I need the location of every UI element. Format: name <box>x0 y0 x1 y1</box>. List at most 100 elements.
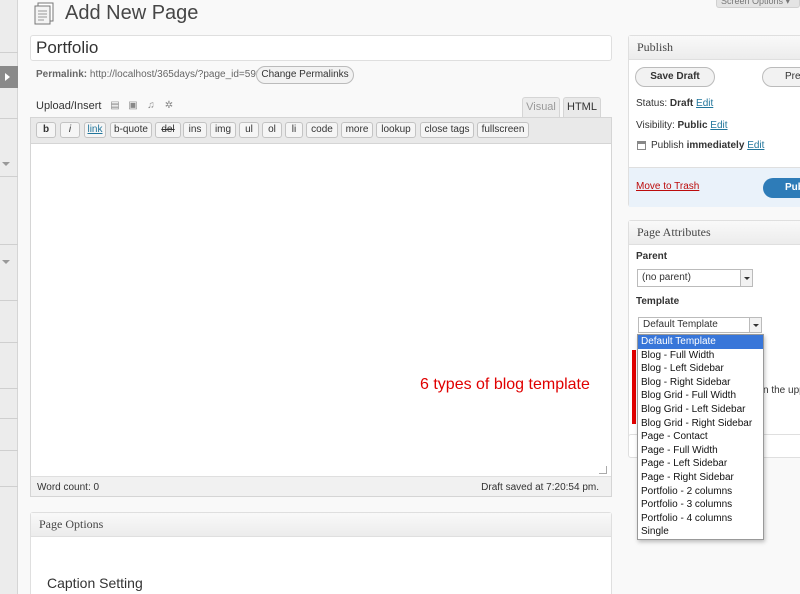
menu-separator <box>0 450 18 451</box>
template-option[interactable]: Blog Grid - Left Sidebar <box>638 403 763 417</box>
annotation-bracket <box>632 350 636 424</box>
publish-time-value: immediately <box>686 140 745 151</box>
visibility-edit-link[interactable]: Edit <box>710 120 727 131</box>
page-attributes-help-text: n the upp <box>763 385 800 396</box>
calendar-icon <box>637 141 646 150</box>
menu-current-arrow[interactable] <box>0 66 18 88</box>
qt-link-button[interactable]: link <box>84 122 106 138</box>
template-option[interactable]: Blog - Left Sidebar <box>638 362 763 376</box>
template-option[interactable]: Page - Left Sidebar <box>638 457 763 471</box>
qt-ul-button[interactable]: ul <box>239 122 259 138</box>
template-option[interactable]: Blog Grid - Right Sidebar <box>638 417 763 431</box>
publish-time-row: Publish immediately Edit <box>651 140 764 151</box>
status-label: Status: <box>636 98 668 109</box>
qt-fullscreen-button[interactable]: fullscreen <box>477 122 529 138</box>
menu-separator <box>0 176 18 177</box>
quicktags-toolbar: b i link b-quote del ins img ul ol li co… <box>31 118 611 144</box>
qt-code-button[interactable]: code <box>306 122 338 138</box>
template-option[interactable]: Page - Full Width <box>638 444 763 458</box>
chevron-down-icon <box>749 318 761 332</box>
qt-lookup-button[interactable]: lookup <box>376 122 416 138</box>
visibility-row: Visibility: Public Edit <box>636 120 728 131</box>
qt-bquote-button[interactable]: b-quote <box>110 122 152 138</box>
publish-actions: Move to Trash Publish <box>629 167 800 207</box>
screen-options-button[interactable]: Screen Options ▾ <box>716 0 800 8</box>
tab-html[interactable]: HTML <box>563 97 601 117</box>
permalink-url: http://localhost/365days/?page_id=599 <box>89 69 262 80</box>
template-option[interactable]: Default Template <box>638 335 763 349</box>
page-attributes-title[interactable]: Page Attributes <box>629 221 800 245</box>
preview-button[interactable]: Preview <box>762 67 800 87</box>
publish-time-edit-link[interactable]: Edit <box>747 140 764 151</box>
upload-insert-label: Upload/Insert <box>36 100 102 112</box>
add-media-icon[interactable]: ✲ <box>163 100 175 112</box>
caption-setting-heading: Caption Setting <box>47 575 143 591</box>
status-row: Status: Draft Edit <box>636 98 713 109</box>
permalink-row: Permalink: http://localhost/365days/?pag… <box>36 69 261 80</box>
publish-time-label: Publish <box>651 140 684 151</box>
menu-separator <box>0 118 18 119</box>
page-title: Add New Page <box>65 2 199 24</box>
parent-label: Parent <box>636 251 668 262</box>
draft-saved-status: Draft saved at 7:20:54 pm. <box>481 482 599 493</box>
template-option[interactable]: Blog - Right Sidebar <box>638 376 763 390</box>
template-option[interactable]: Blog Grid - Full Width <box>638 389 763 403</box>
menu-separator <box>0 486 18 487</box>
menu-collapse-icon[interactable] <box>2 260 10 264</box>
annotation-text: 6 types of blog template <box>420 376 590 393</box>
menu-separator <box>0 300 18 301</box>
tab-visual[interactable]: Visual <box>522 97 560 117</box>
editor-textarea[interactable] <box>31 144 611 476</box>
template-option[interactable]: Blog - Full Width <box>638 349 763 363</box>
parent-select-value: (no parent) <box>642 272 691 283</box>
add-image-icon[interactable]: ▤ <box>109 100 121 112</box>
qt-ol-button[interactable]: ol <box>262 122 282 138</box>
template-option[interactable]: Page - Contact <box>638 430 763 444</box>
post-title-input[interactable]: Portfolio <box>30 35 612 61</box>
publish-button[interactable]: Publish <box>763 178 800 198</box>
menu-separator <box>0 418 18 419</box>
resize-handle-icon[interactable] <box>599 466 607 474</box>
template-option[interactable]: Page - Right Sidebar <box>638 471 763 485</box>
qt-img-button[interactable]: img <box>210 122 236 138</box>
template-label: Template <box>636 296 680 307</box>
page-options-title[interactable]: Page Options <box>31 513 611 537</box>
template-option[interactable]: Portfolio - 3 columns <box>638 498 763 512</box>
move-to-trash-link[interactable]: Move to Trash <box>636 181 699 192</box>
page-options-box: Page Options Caption Setting <box>30 512 612 594</box>
menu-separator <box>0 52 18 53</box>
qt-del-button[interactable]: del <box>155 122 181 138</box>
qt-bold-button[interactable]: b <box>36 122 56 138</box>
qt-li-button[interactable]: li <box>285 122 303 138</box>
permalink-label: Permalink: <box>36 69 88 80</box>
qt-more-button[interactable]: more <box>341 122 373 138</box>
template-option[interactable]: Single <box>638 525 763 539</box>
add-video-icon[interactable]: ▣ <box>127 100 139 112</box>
visibility-value: Public <box>677 120 708 131</box>
template-select-value: Default Template <box>643 319 718 330</box>
template-select[interactable]: Default Template <box>638 317 762 333</box>
menu-separator <box>0 388 18 389</box>
chevron-down-icon <box>740 270 752 286</box>
menu-collapse-icon[interactable] <box>2 162 10 166</box>
word-count: Word count: 0 <box>37 482 100 493</box>
template-option[interactable]: Portfolio - 4 columns <box>638 512 763 526</box>
publish-box-title[interactable]: Publish <box>629 36 800 60</box>
qt-italic-button[interactable]: i <box>60 122 80 138</box>
add-audio-icon[interactable]: ♫ <box>145 100 157 112</box>
menu-separator <box>0 342 18 343</box>
menu-separator <box>0 244 18 245</box>
visibility-label: Visibility: <box>636 120 675 131</box>
qt-ins-button[interactable]: ins <box>183 122 207 138</box>
change-permalinks-button[interactable]: Change Permalinks <box>256 66 354 84</box>
admin-menu <box>0 0 18 594</box>
template-dropdown-list[interactable]: Default Template Blog - Full Width Blog … <box>637 334 764 540</box>
template-option[interactable]: Portfolio - 2 columns <box>638 485 763 499</box>
status-edit-link[interactable]: Edit <box>696 98 713 109</box>
pages-icon <box>34 2 54 25</box>
editor-status-bar: Word count: 0 Draft saved at 7:20:54 pm. <box>31 476 611 496</box>
parent-select[interactable]: (no parent) <box>637 269 753 287</box>
save-draft-button[interactable]: Save Draft <box>635 67 715 87</box>
qt-close-tags-button[interactable]: close tags <box>420 122 474 138</box>
publish-box: Publish Save Draft Preview Status: Draft… <box>628 35 800 207</box>
